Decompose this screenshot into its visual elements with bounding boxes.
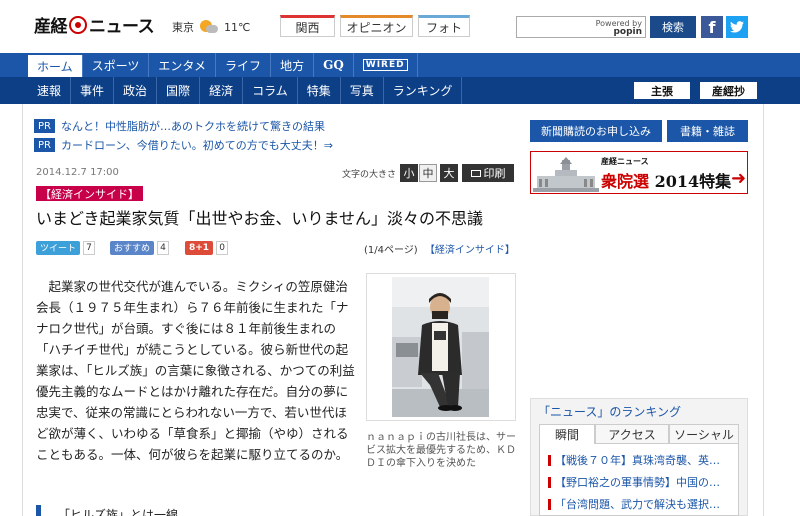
printer-icon [470,169,481,177]
gplus-widget: 8+1 0 [185,240,229,255]
tab-kansai[interactable]: 関西 [280,15,335,37]
ranking-title: 「ニュース」のランキング [538,405,682,419]
person-photo-illustration [392,277,489,417]
ranking-list: 【戦後７０年】真珠湾奇襲、英… 【野口裕之の軍事情勢】中国の… 「台湾問題、武力… [539,444,739,516]
tweet-count: 7 [83,240,96,255]
ranking-tabs: 瞬間 アクセス ソーシャル [539,424,739,444]
nav-ranking[interactable]: ランキング [384,77,463,104]
nav-life[interactable]: ライフ [216,53,272,77]
ranking-item[interactable]: 「台湾問題、武力で解決も選択… [548,496,738,512]
pr-link[interactable]: PR カードローン、今借りたい。初めての方でも大丈夫！⇒ [34,137,333,153]
nav-photos[interactable]: 写真 [341,77,384,104]
nav-politics[interactable]: 政治 [114,77,158,104]
nav-breaking[interactable]: 速報 [28,77,72,104]
gplus-count: 0 [216,240,229,255]
font-size-label: 文字の大きさ [342,170,397,180]
election-title-black: 2014特集 [654,172,732,191]
pr-text[interactable]: カードローン、今借りたい。初めての方でも大丈夫！⇒ [61,137,333,153]
photo-caption: ｎａｎａｐｉの古川社長は、サービス拡大を最優先するため、ＫＤＤＩの傘下入りを決め… [366,432,516,469]
popin-label: popin [613,27,642,37]
arrow-right-icon: ➜ [731,168,747,189]
article-body: 起業家の世代交代が進んでいる。ミクシィの笠原健治会長（１９７５年生まれ）ら７６年… [36,279,355,462]
wired-logo: WIRED [362,59,408,71]
subscribe-button[interactable]: 新聞購読のお申し込み [530,120,662,142]
twitter-bird-icon [730,21,744,33]
subhead-marker [36,505,41,516]
osusume-widget: おすすめ 4 [110,240,170,255]
tab-photo[interactable]: フォト [418,15,470,37]
nav-entertainment[interactable]: エンタメ [149,53,217,77]
tab-opinion[interactable]: オピニオン [340,15,413,37]
nav-local[interactable]: 地方 [271,53,315,77]
tweet-widget: ツイート 7 [36,240,96,255]
sun-cloud-icon [200,20,218,34]
article-subhead: 「ヒルズ族」とは一線 [58,508,179,516]
nav-home[interactable]: ホーム [28,55,83,77]
nav-features[interactable]: 特集 [298,77,341,104]
popin-credit: Powered by popin [596,20,642,37]
site-header: 産経 ニュース 東京 11℃ 関西 オピニオン フォト Powered by po… [0,0,800,52]
weather-city: 東京 [172,21,194,34]
print-button[interactable]: 印刷 [462,164,514,182]
article-photo[interactable] [392,277,489,417]
election-title-red: 衆院選 [601,172,650,191]
page-border-right [763,104,764,516]
site-logo[interactable]: 産経 ニュース [34,12,155,37]
nav-wired[interactable]: WIRED [354,53,418,77]
ranking-tab-social[interactable]: ソーシャル [669,424,739,444]
nav-sports[interactable]: スポーツ [83,53,150,77]
page-border-left [22,104,23,516]
election-title: 衆院選 2014特集 [601,168,731,192]
ranking-item-text: 【戦後７０年】真珠湾奇襲、英… [555,454,720,467]
ranking-tab-access[interactable]: アクセス [595,424,669,444]
pr-badge: PR [34,119,55,133]
sankeisho-button[interactable]: 産經抄 [700,82,757,99]
print-label: 印刷 [483,167,506,180]
primary-nav: ホーム スポーツ エンタメ ライフ 地方 GQ WIRED [0,53,800,77]
ranking-item[interactable]: 【野口裕之の軍事情勢】中国の… [548,474,738,490]
books-button[interactable]: 書籍・雑誌 [667,120,748,142]
nav-gq[interactable]: GQ [314,53,354,77]
search-box: Powered by popin [516,16,646,38]
rank-marker [548,476,551,488]
nav-economy[interactable]: 経済 [200,77,244,104]
tweet-button[interactable]: ツイート [36,240,81,255]
article-headline: いまどき起業家気質「出世やお金、いりません」淡々の不思議 [36,209,484,228]
article-date: 2014.12.7 17:00 [36,167,119,178]
ranking-item-text: 【野口裕之の軍事情勢】中国の… [555,476,720,489]
ranking-tab-instant[interactable]: 瞬間 [539,424,595,444]
ranking-item[interactable]: 【戦後７０年】真珠湾奇襲、英… [548,452,738,468]
font-size-medium-button[interactable]: 中 [419,164,437,182]
weather-widget[interactable]: 東京 11℃ [172,19,250,35]
nav-column[interactable]: コラム [243,77,298,104]
pr-badge: PR [34,138,55,152]
diet-building-icon [533,156,599,192]
page-info: (1/4ページ) 【経済インサイド】 [364,241,515,256]
election-logo: 産経ニュース [601,157,649,166]
recommend-button[interactable]: おすすめ [110,240,155,255]
election-banner[interactable]: 産経ニュース 衆院選 2014特集 ➜ [530,151,748,194]
pr-link[interactable]: PR なんと！中性脂肪が…あのトクホを続けて驚きの結果 [34,118,325,134]
shucho-button[interactable]: 主張 [634,82,690,99]
font-size-large-button[interactable]: 大 [440,164,458,182]
nav-incidents[interactable]: 事件 [71,77,115,104]
font-size-small-button[interactable]: 小 [400,164,418,182]
facebook-icon[interactable]: f [701,16,723,38]
logo-sun-icon [69,15,87,34]
logo-text-right: ニュース [89,17,155,37]
pr-text[interactable]: なんと！中性脂肪が…あのトクホを続けて驚きの結果 [61,118,325,134]
rank-marker [548,454,551,466]
nav-international[interactable]: 国際 [157,77,201,104]
ranking-item-text: 「台湾問題、武力で解決も選択… [555,498,720,511]
page-number: (1/4ページ) [364,245,418,256]
category-link[interactable]: 【経済インサイド】 [425,245,515,256]
category-tag[interactable]: 【経済インサイド】 [36,186,143,201]
weather-temp: 11℃ [224,20,251,34]
recommend-count: 4 [157,240,170,255]
search-button[interactable]: 検索 [650,16,696,38]
logo-text-left: 産経 [34,17,68,37]
twitter-icon[interactable] [726,16,748,38]
rank-marker [548,498,551,510]
gplus-button[interactable]: 8+1 [185,240,214,255]
